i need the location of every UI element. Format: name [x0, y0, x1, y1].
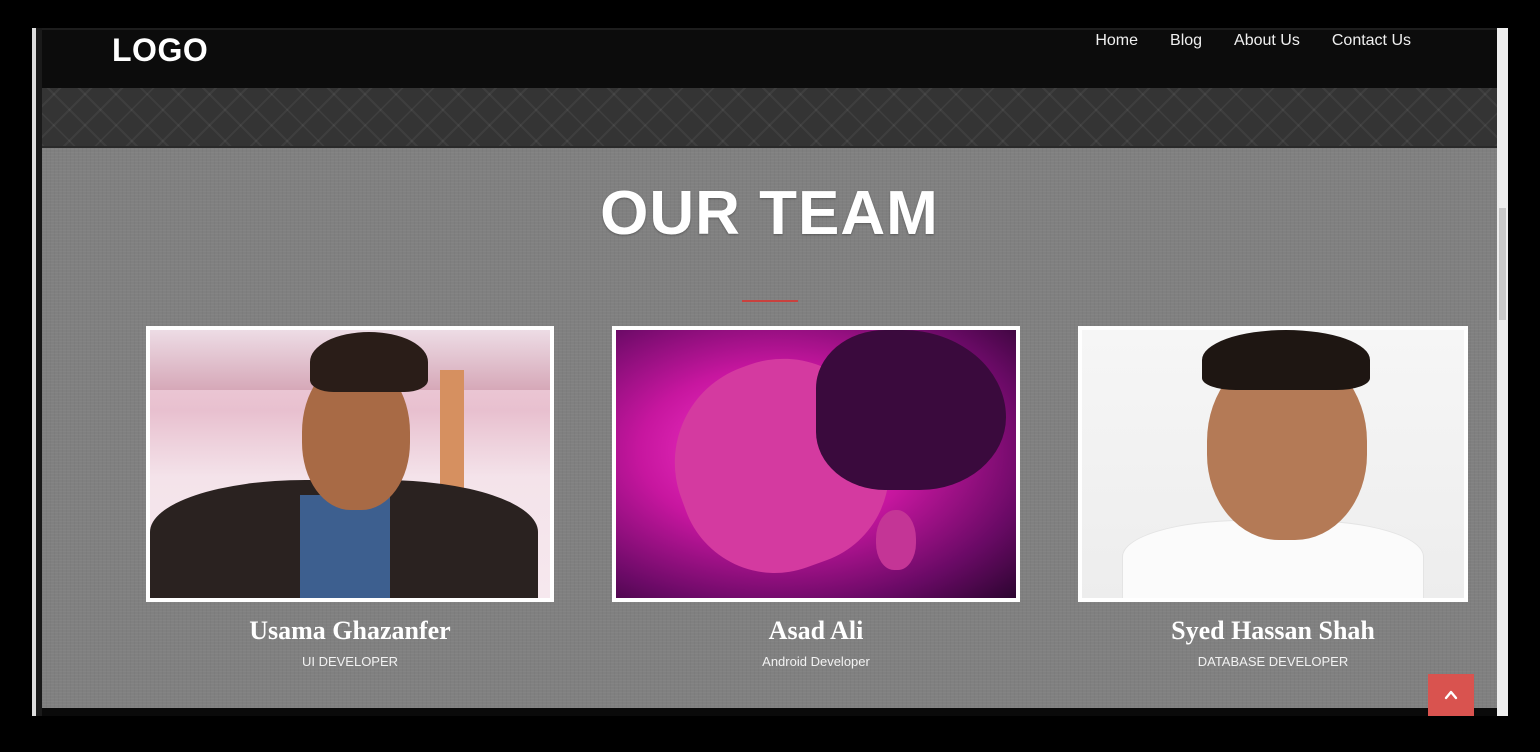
member-name: Asad Ali	[768, 616, 864, 645]
main-nav: Home Blog About Us Contact Us	[1095, 32, 1411, 50]
page-edge	[32, 28, 42, 716]
browser-viewport: LOGO Home Blog About Us Contact Us OUR T…	[32, 28, 1508, 716]
member-role: Android Developer	[762, 654, 870, 669]
team-section: OUR TEAM Usama Ghazanfer UI DEVELOPER As…	[42, 148, 1497, 708]
section-title: OUR TEAM	[600, 179, 939, 248]
scrollbar-thumb[interactable]	[1499, 208, 1506, 320]
logo[interactable]: LOGO	[112, 32, 208, 69]
member-role: UI DEVELOPER	[301, 654, 399, 669]
navbar: LOGO Home Blog About Us Contact Us	[42, 28, 1497, 90]
nav-contact-us[interactable]: Contact Us	[1332, 32, 1411, 50]
team-member-card: Syed Hassan Shah DATABASE DEVELOPER	[1078, 326, 1468, 669]
team-member-card: Usama Ghazanfer UI DEVELOPER	[146, 326, 554, 669]
nav-blog[interactable]: Blog	[1170, 32, 1202, 50]
member-photo	[612, 326, 1020, 602]
chevron-up-icon	[1444, 690, 1458, 700]
member-photo	[146, 326, 554, 602]
decorative-pattern-band	[42, 88, 1497, 148]
nav-about-us[interactable]: About Us	[1234, 32, 1300, 50]
title-divider	[742, 300, 798, 302]
member-role: DATABASE DEVELOPER	[1197, 654, 1349, 669]
scroll-to-top-button[interactable]	[1428, 674, 1474, 716]
member-name: Syed Hassan Shah	[1171, 616, 1375, 645]
member-name: Usama Ghazanfer	[249, 616, 451, 645]
team-member-card: Asad Ali Android Developer	[612, 326, 1020, 669]
nav-home[interactable]: Home	[1095, 32, 1138, 50]
member-photo	[1078, 326, 1468, 602]
scrollbar[interactable]	[1497, 28, 1508, 716]
